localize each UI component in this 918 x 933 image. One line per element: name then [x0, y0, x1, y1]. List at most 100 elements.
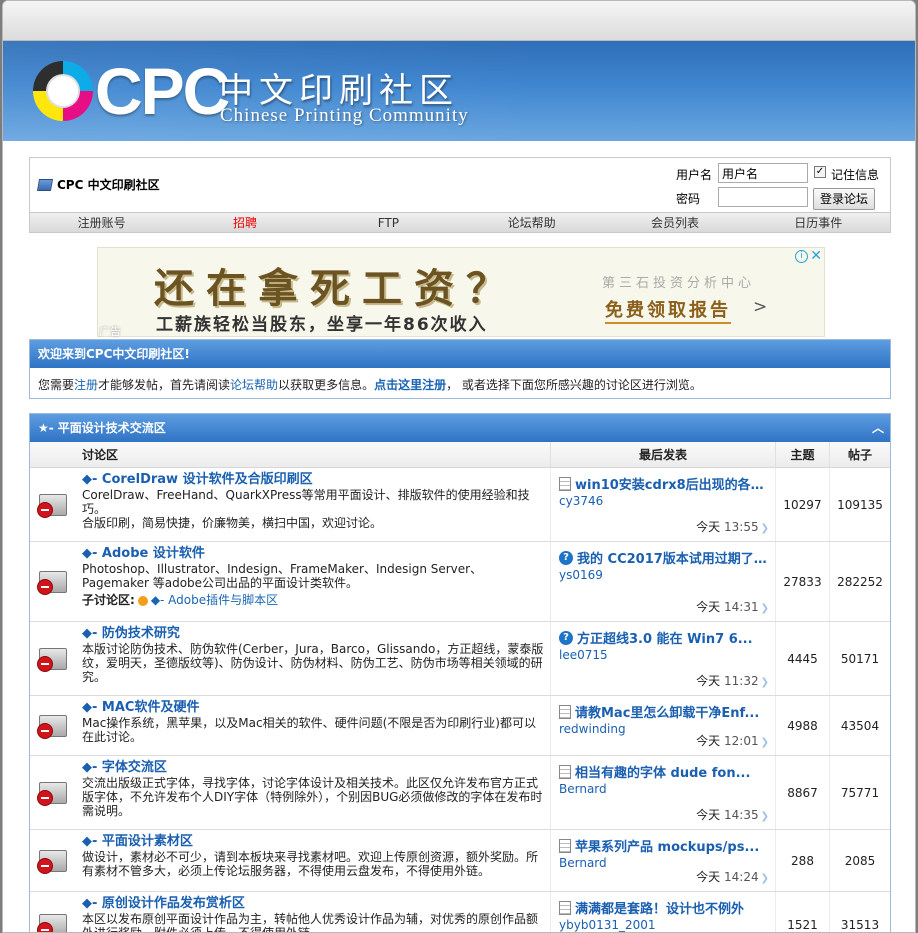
main-menu: 注册账号 招聘 FTP 论坛帮助 会员列表 日历事件	[30, 212, 890, 232]
last-post-title-link[interactable]: 苹果系列产品 mockups/ps...	[575, 836, 759, 855]
section-title[interactable]: 平面设计技术交流区	[58, 421, 166, 435]
ad-cta[interactable]: 免费领取报告	[605, 296, 731, 324]
welcome-text-4: ， 或者选择下面您所感兴趣的讨论区进行浏览。	[446, 378, 702, 392]
forum-info: ◆- 平面设计素材区 做设计，素材必不可少，请到本板块来寻找素材吧。欢迎上传原创…	[76, 830, 550, 891]
forum-row: ◆- 原创设计作品发布赏析区 本区以发布原创平面设计作品为主，转帖他人优秀设计作…	[30, 892, 890, 932]
login-button[interactable]: 登录论坛	[813, 188, 875, 210]
site-banner[interactable]: CPC 中文印刷社区 Chinese Printing Community	[3, 41, 915, 141]
topic-count: 10297	[775, 468, 829, 541]
subforum-label: 子讨论区:	[82, 593, 135, 607]
forum-description: 本版讨论防伪技术、防伪软件(Cerber，Jura，Barco，Glissand…	[82, 642, 544, 684]
goto-last-post-icon[interactable]: ❯	[761, 737, 769, 748]
password-input[interactable]	[718, 187, 808, 207]
forum-name-link[interactable]: ◆- 原创设计作品发布赏析区	[82, 897, 544, 911]
goto-last-post-icon[interactable]: ❯	[761, 677, 769, 688]
logo-letters: CPC	[95, 54, 230, 128]
last-post-time: 今天 14:35 ❯	[696, 806, 769, 823]
forum-locked-folder-icon	[37, 492, 69, 518]
brand-title-cn: 中文印刷社区	[219, 71, 459, 111]
page: CPC 中文印刷社区 Chinese Printing Community CP…	[2, 0, 916, 933]
ad-tag: 广告	[99, 325, 121, 338]
forum-description: Photoshop、Illustrator、Indesign、FrameMake…	[82, 562, 483, 590]
site-title[interactable]: CPC 中文印刷社区	[36, 176, 160, 193]
ad-info-icon[interactable]: i	[795, 250, 808, 263]
forum-info: ◆- Adobe 设计软件 Photoshop、Illustrator、Inde…	[76, 542, 550, 621]
last-post-title-link[interactable]: 请教Mac里怎么卸载干净Enf...	[575, 702, 759, 721]
last-post-title-link[interactable]: 方正超线3.0 能在 Win7 6...	[577, 628, 753, 647]
last-post: 相当有趣的字体 dude fon... Bernard 今天 14:35 ❯	[550, 756, 775, 829]
last-post-author-link[interactable]: lee0715	[559, 648, 769, 662]
document-icon	[559, 764, 571, 779]
goto-last-post-icon[interactable]: ❯	[761, 603, 769, 614]
forum-row: ◆- 防伪技术研究 本版讨论防伪技术、防伪软件(Cerber，Jura，Barc…	[30, 622, 890, 696]
post-count: 2085	[829, 830, 890, 891]
menu-calendar[interactable]: 日历事件	[747, 213, 890, 232]
menu-jobs[interactable]: 招聘	[173, 213, 316, 232]
last-post-time: 今天 14:24 ❯	[696, 868, 769, 885]
forum-locked-folder-icon	[37, 848, 69, 874]
welcome-box: 欢迎来到CPC中文印刷社区! 您需要注册才能够发帖，首先请阅读论坛帮助以获取更多…	[29, 339, 891, 399]
last-post: 满满都是套路！设计也不例外 ybyb0131_2001 今天 13:12❯	[550, 892, 775, 932]
collapse-icon[interactable]: ︿	[872, 414, 884, 442]
forum-name-link[interactable]: ◆- 防伪技术研究	[82, 627, 544, 641]
document-icon	[559, 476, 571, 491]
welcome-text-3: 以获取更多信息。	[278, 378, 375, 392]
post-count: 109135	[829, 468, 890, 541]
welcome-help-link[interactable]: 论坛帮助	[230, 378, 278, 392]
section-header[interactable]: ★- 平面设计技术交流区 ︿	[30, 414, 890, 442]
last-post-author-link[interactable]: ybyb0131_2001	[559, 918, 769, 932]
goto-last-post-icon[interactable]: ❯	[761, 811, 769, 822]
password-label: 密码	[676, 192, 701, 206]
last-post-time: 今天 11:32 ❯	[696, 672, 769, 689]
welcome-click-register-link[interactable]: 点击这里注册	[374, 378, 446, 392]
goto-last-post-icon[interactable]: ❯	[761, 523, 769, 534]
topic-count: 8867	[775, 756, 829, 829]
welcome-text-1: 您需要	[38, 378, 75, 392]
subforum-icon	[137, 595, 148, 606]
last-post-title-link[interactable]: 满满都是套路！设计也不例外	[575, 898, 744, 917]
last-post-clock: 14:24	[724, 870, 759, 884]
col-posts: 帖子	[829, 442, 890, 467]
username-input[interactable]	[718, 163, 808, 183]
remember-checkbox[interactable]: ✓	[814, 166, 826, 178]
ad-close-icon[interactable]: ✕	[810, 248, 822, 264]
forum-name-link[interactable]: ◆- CorelDraw 设计软件及合版印刷区	[82, 473, 544, 487]
last-post-title-link[interactable]: 相当有趣的字体 dude fon...	[575, 762, 750, 781]
last-post-author-link[interactable]: cy3746	[559, 494, 769, 508]
last-post: win10安装cdrx8后出现的各种... cy3746 今天 13:55 ❯	[550, 468, 775, 541]
forum-description: 交流出版级正式字体，寻找字体，讨论字体设计及相关技术。此区仅允许发布官方正式版字…	[82, 776, 543, 818]
site-name[interactable]: CPC 中文印刷社区	[57, 176, 160, 193]
last-post: 苹果系列产品 mockups/ps... Bernard 今天 14:24 ❯	[550, 830, 775, 891]
forum-locked-folder-icon	[37, 569, 69, 595]
forum-name-link[interactable]: ◆- 平面设计素材区	[82, 835, 544, 849]
forum-name-link[interactable]: ◆- 字体交流区	[82, 761, 544, 775]
question-icon: ?	[559, 630, 573, 645]
cpc-logo[interactable]: CPC	[33, 54, 230, 128]
post-count: 43504	[829, 696, 890, 755]
cmyk-ring-icon	[33, 61, 93, 121]
forum-description: 做设计，素材必不可少，请到本板块来寻找素材吧。欢迎上传原创资源，额外奖励。所有素…	[82, 850, 539, 878]
forum-name-link[interactable]: ◆- MAC软件及硬件	[82, 701, 544, 715]
forum-info: ◆- 防伪技术研究 本版讨论防伪技术、防伪软件(Cerber，Jura，Barc…	[76, 622, 550, 695]
welcome-register-link[interactable]: 注册	[74, 378, 98, 392]
last-post-title-link[interactable]: 我的 CC2017版本试用过期了，...	[577, 548, 769, 567]
forum-row: ◆- Adobe 设计软件 Photoshop、Illustrator、Inde…	[30, 542, 890, 622]
ad-subline: 工薪族轻松当股东，坐享一年86次收入	[156, 315, 488, 335]
menu-ftp[interactable]: FTP	[317, 213, 460, 232]
forum-name-link[interactable]: ◆- Adobe 设计软件	[82, 547, 544, 561]
post-count: 50171	[829, 622, 890, 695]
column-headers: 讨论区 最后发表 主题 帖子	[30, 442, 890, 468]
menu-register[interactable]: 注册账号	[30, 213, 173, 232]
goto-last-post-icon[interactable]: ❯	[761, 873, 769, 884]
last-post-author-link[interactable]: ys0169	[559, 568, 769, 582]
menu-members[interactable]: 会员列表	[603, 213, 746, 232]
forum-row: ◆- 平面设计素材区 做设计，素材必不可少，请到本板块来寻找素材吧。欢迎上传原创…	[30, 830, 890, 892]
last-post-author-link[interactable]: Bernard	[559, 782, 769, 796]
topic-count: 27833	[775, 542, 829, 621]
last-post-title-link[interactable]: win10安装cdrx8后出现的各种...	[575, 474, 767, 493]
menu-help[interactable]: 论坛帮助	[460, 213, 603, 232]
document-icon	[559, 704, 571, 719]
ad-banner[interactable]: 还在拿死工资？ 工薪族轻松当股东，坐享一年86次收入 第三石投资分析中心 免费领…	[97, 247, 825, 337]
subforum-link[interactable]: ◆- Adobe插件与脚本区	[151, 593, 278, 607]
ad-headline: 还在拿死工资？	[154, 265, 518, 312]
